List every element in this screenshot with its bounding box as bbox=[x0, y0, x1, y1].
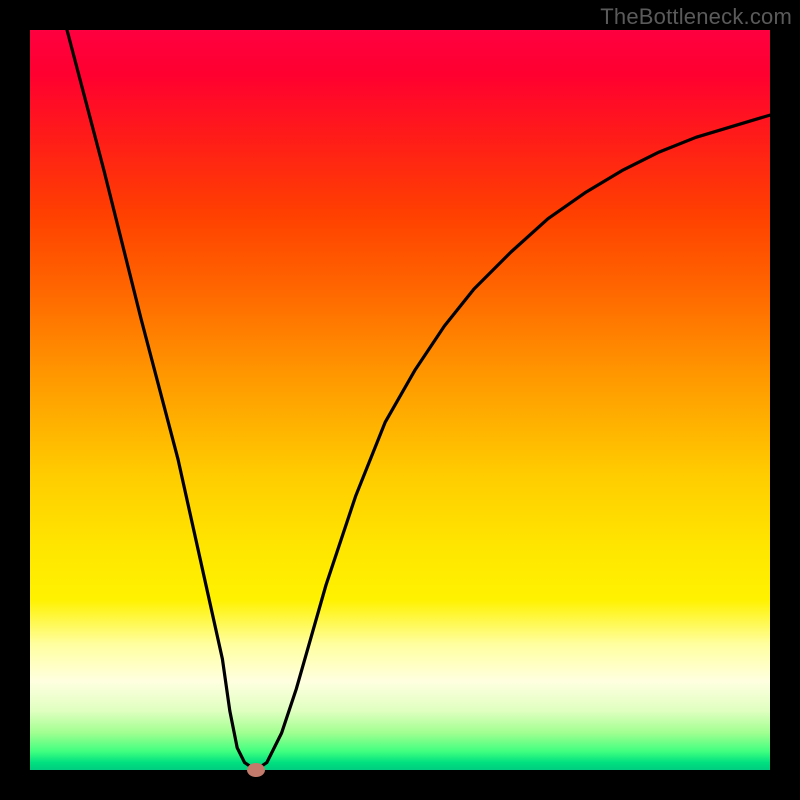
plot-area bbox=[30, 30, 770, 770]
chart-frame: TheBottleneck.com bbox=[0, 0, 800, 800]
optimal-point-marker bbox=[247, 763, 265, 777]
bottleneck-curve bbox=[30, 30, 770, 770]
watermark-text: TheBottleneck.com bbox=[600, 4, 792, 30]
